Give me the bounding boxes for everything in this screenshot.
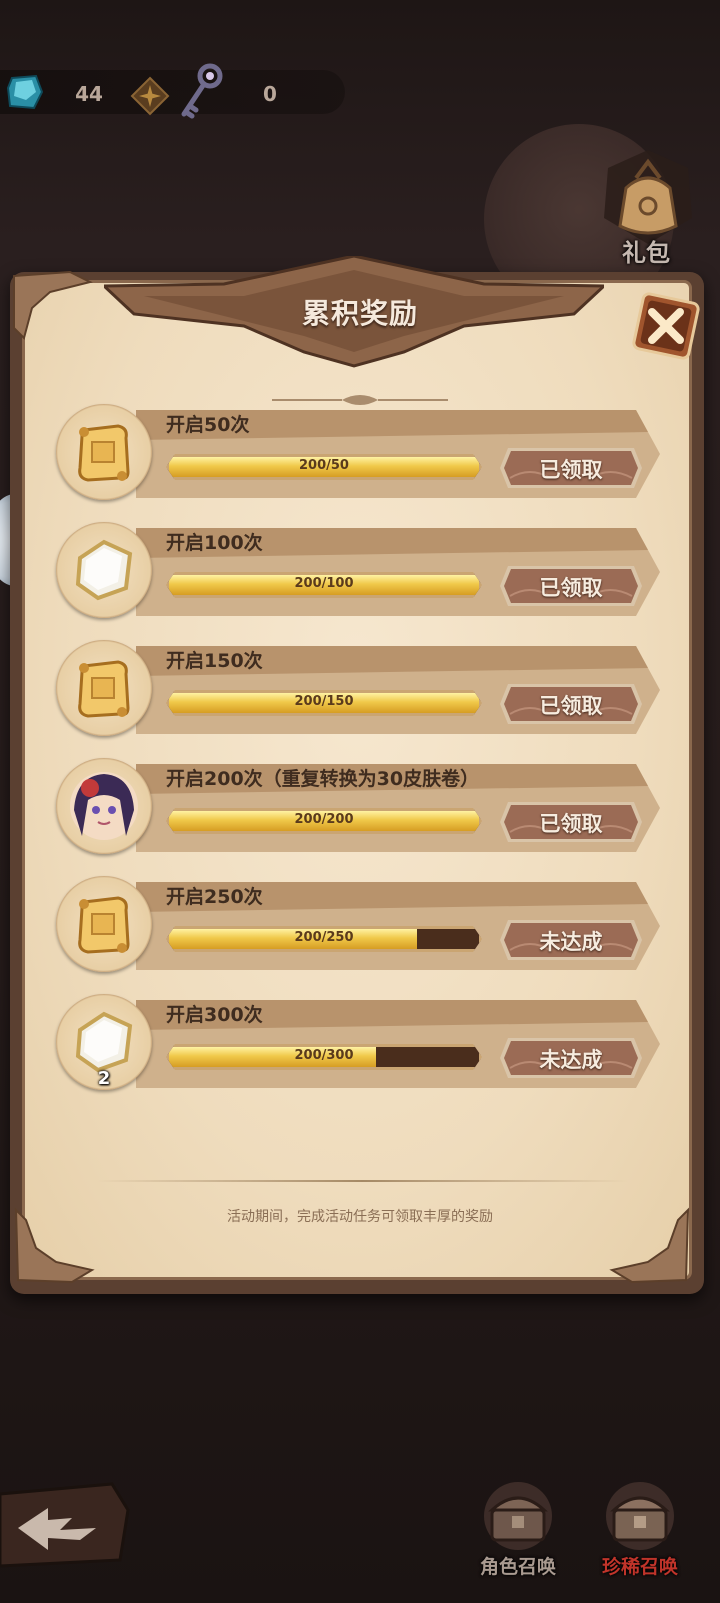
gift-label[interactable]: 礼包 [604,233,688,268]
corner-ornament-bottom-right [609,1207,690,1284]
progress-text: 200/50 [299,458,349,473]
character-summon-label: 角色召唤 [479,1556,556,1578]
progress-bar: 200/200 [166,808,482,834]
rare-summon-label: 珍稀召唤 [601,1556,678,1578]
reward-row: 开启150次 200/150 已领取 [56,640,676,740]
reward-title: 开启200次（重复转换为30皮肤卷） [166,768,480,790]
reward-title: 开启300次 [166,1004,263,1026]
progress-text: 200/100 [294,576,354,591]
reward-icon-frame[interactable] [56,522,152,618]
progress-bar: 200/300 [166,1044,482,1070]
rare-summon-button[interactable]: 珍稀召唤 [592,1480,688,1590]
reward-row: 开启200次（重复转换为30皮肤卷） 200/200 已领取 [56,758,676,858]
reward-icon-frame[interactable] [56,404,152,500]
claim-status-label: 未达成 [539,930,603,954]
panel-title: 累积奖励 [301,297,418,330]
back-arrow-icon[interactable] [0,1480,130,1572]
reward-row: 开启100次 200/100 已领取 [56,522,676,622]
close-icon[interactable] [624,284,708,368]
claim-status-label: 已领取 [539,812,603,836]
progress-text: 200/150 [294,694,354,709]
progress-bar: 200/150 [166,690,482,716]
reward-icon-frame[interactable]: 2 [56,994,152,1090]
claim-status-label: 未达成 [539,1048,603,1072]
reward-row: 开启250次 200/250 未达成 [56,876,676,976]
reward-title: 开启150次 [166,650,263,672]
key-icon[interactable] [176,62,228,126]
progress-text: 200/200 [294,812,354,827]
footer-note: 活动期间，完成活动任务可领取丰厚的奖励 [227,1209,493,1225]
claim-status-label: 已领取 [539,576,603,600]
rare-chest-icon [606,1482,674,1550]
progress-bar: 200/50 [166,454,482,480]
gem-count: 44 [75,82,103,106]
reward-icon-frame[interactable] [56,640,152,736]
reward-row: 2 开启300次 200/300 未达成 [56,994,676,1094]
progress-bar: 200/250 [166,926,482,952]
footer-divider [96,1180,628,1182]
claim-status-label: 已领取 [539,458,603,482]
reward-title: 开启50次 [166,414,250,436]
progress-text: 200/250 [294,930,354,945]
reward-row: 开启50次 200/50 已领取 [56,404,676,504]
currency-bar [0,70,345,114]
reward-count: 2 [97,1068,111,1089]
progress-text: 200/300 [294,1048,354,1063]
key-count: 0 [263,82,277,106]
reward-icon-frame[interactable] [56,758,152,854]
progress-bar: 200/100 [166,572,482,598]
corner-ornament-bottom-left [14,1207,95,1284]
corner-ornament-top-left [13,270,93,340]
reward-title: 开启250次 [166,886,263,908]
compass-icon[interactable] [130,76,170,116]
reward-title: 开启100次 [166,532,263,554]
gem-icon[interactable] [6,74,44,112]
claim-status-label: 已领取 [539,694,603,718]
reward-icon-frame[interactable] [56,876,152,972]
character-summon-button[interactable]: 角色召唤 [470,1480,566,1590]
chest-icon [484,1482,552,1550]
